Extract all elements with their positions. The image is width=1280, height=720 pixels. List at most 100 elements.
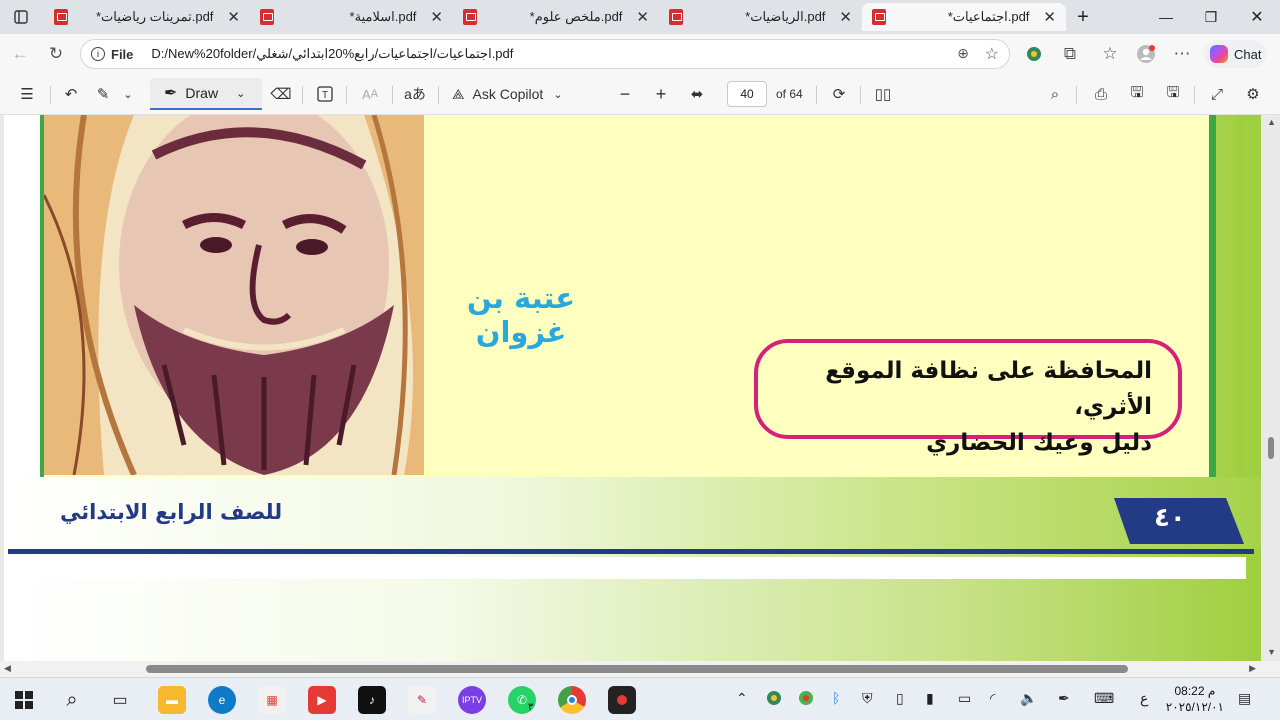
contents-list-icon[interactable]: ☰ xyxy=(16,82,38,106)
close-tab-icon[interactable]: ✕ xyxy=(430,8,443,26)
iptv-icon[interactable]: IPTV xyxy=(458,686,486,714)
language-indicator[interactable]: ع xyxy=(1140,690,1148,707)
clock[interactable]: 08:22 م ٢٠٢٥/١٢/٠١ xyxy=(1166,683,1224,715)
save-icon[interactable]: 🖫 xyxy=(1126,82,1148,106)
close-tab-icon[interactable]: ✕ xyxy=(1043,8,1056,26)
show-hidden-icons-chevron-icon[interactable]: ⌃ xyxy=(736,690,748,707)
ask-copilot-button[interactable]: ⟁ Ask Copilot ⌄ xyxy=(452,82,576,106)
info-icon[interactable]: i xyxy=(91,47,105,61)
tab-0[interactable]: *تمرينات رياضيات.pdf ✕ xyxy=(44,3,250,31)
tray-app-icon[interactable] xyxy=(798,690,814,709)
pdf-viewer[interactable]: عتبة بن غزوان المحافظة على نظافة الموقع … xyxy=(0,115,1280,661)
favorites-icon[interactable]: ☆ xyxy=(1098,42,1122,66)
address-bar[interactable]: i File D:/New%20folder/اجتماعيات/اجتماعي… xyxy=(80,39,1010,69)
divider xyxy=(438,86,439,104)
back-icon[interactable]: ← xyxy=(8,42,32,66)
divider xyxy=(302,86,303,104)
bluetooth-icon[interactable]: ᛒ xyxy=(832,690,840,706)
zoom-out-icon[interactable]: − xyxy=(614,82,636,106)
page-number-input[interactable]: 40 xyxy=(727,81,767,107)
eraser-icon[interactable]: ⌫ xyxy=(270,82,292,106)
text-size-icon: AA xyxy=(362,86,378,102)
copilot-chat-button[interactable]: Chat xyxy=(1204,40,1266,68)
page-view-icon[interactable]: ▯▯ xyxy=(872,82,894,106)
tray-globe-icon[interactable] xyxy=(766,690,782,709)
tab-3[interactable]: *الرياضيات.pdf ✕ xyxy=(659,3,862,31)
horizontal-scrollbar-thumb[interactable] xyxy=(146,665,1128,673)
scroll-right-arrow-icon[interactable]: ▶ xyxy=(1249,663,1256,674)
youtube-icon[interactable]: ▶ xyxy=(308,686,336,714)
security-shield-icon[interactable]: ⛨ xyxy=(862,690,873,707)
usb-drive-icon[interactable]: ▮ xyxy=(926,690,934,707)
windows-start-icon[interactable] xyxy=(10,686,38,714)
close-tab-icon[interactable]: ✕ xyxy=(636,8,649,26)
more-menu-icon[interactable]: ⋯ xyxy=(1170,42,1194,66)
horizontal-scrollbar[interactable]: ◀ ▶ xyxy=(0,661,1280,677)
undo-icon[interactable]: ↶ xyxy=(60,82,82,106)
notifications-icon[interactable]: ▤ xyxy=(1238,690,1251,707)
search-icon[interactable]: ⌕ xyxy=(58,686,86,714)
refresh-icon[interactable]: ↻ xyxy=(44,42,68,66)
file-explorer-icon[interactable]: ▬ xyxy=(158,686,186,714)
chevron-down-icon[interactable]: ⌄ xyxy=(120,82,136,106)
search-icon[interactable]: ⌕ xyxy=(1044,82,1066,106)
tab-4[interactable]: *اجتماعيات.pdf ✕ xyxy=(862,3,1066,31)
print-icon[interactable]: ⎙ xyxy=(1090,82,1112,106)
footer-rule xyxy=(8,549,1254,554)
scroll-up-arrow-icon[interactable]: ▲ xyxy=(1267,117,1276,127)
close-tab-icon[interactable]: ✕ xyxy=(839,8,852,26)
store-icon[interactable]: ▦ xyxy=(258,686,286,714)
chat-label: Chat xyxy=(1234,46,1262,62)
divider xyxy=(392,86,393,104)
scroll-down-arrow-icon[interactable]: ▼ xyxy=(1267,647,1276,657)
close-tab-icon[interactable]: ✕ xyxy=(227,8,240,26)
tiktok-icon[interactable]: ♪ xyxy=(358,686,386,714)
touch-keyboard-icon[interactable]: ⌨ xyxy=(1094,690,1114,707)
phone-link-icon[interactable]: ▯ xyxy=(896,690,904,707)
tab-title: *الرياضيات.pdf xyxy=(745,9,826,24)
quote-line-1: المحافظة على نظافة الموقع الأثري، xyxy=(825,358,1152,420)
tab-actions-icon[interactable] xyxy=(8,4,34,30)
zoom-in-icon[interactable]: + xyxy=(650,82,672,106)
pdf-toolbar: ☰ ↶ ✎ ⌄ ✒ Draw ⌄ ⌫ T AA aあ ⟁ Ask Copilot… xyxy=(0,74,1280,115)
settings-gear-icon[interactable]: ⚙ xyxy=(1242,82,1264,106)
add-text-icon[interactable]: T xyxy=(314,82,336,106)
new-tab-icon[interactable]: + xyxy=(1070,4,1096,30)
scroll-left-arrow-icon[interactable]: ◀ xyxy=(4,663,11,674)
edge-icon[interactable]: e xyxy=(208,686,236,714)
save-as-icon[interactable]: 🖫 xyxy=(1162,82,1184,106)
restore-icon[interactable]: ❐ xyxy=(1198,4,1224,30)
pen-menu-icon[interactable]: ✒ xyxy=(1058,690,1070,707)
task-view-icon[interactable]: ▭ xyxy=(106,686,134,714)
extensions-puzzle-icon[interactable]: ⧉ xyxy=(1058,42,1082,66)
screen-recorder-icon[interactable] xyxy=(608,686,636,714)
extension-globe-icon[interactable] xyxy=(1022,42,1046,66)
chrome-icon[interactable] xyxy=(558,686,586,714)
favorite-star-icon[interactable]: ☆ xyxy=(985,44,999,64)
draw-button[interactable]: ✒ Draw ⌄ xyxy=(150,78,262,110)
highlight-icon[interactable]: ✎ xyxy=(92,82,114,106)
svg-text:T: T xyxy=(322,90,328,101)
page-count-label: of 64 xyxy=(776,87,803,101)
vertical-scrollbar-thumb[interactable] xyxy=(1268,437,1274,459)
close-window-icon[interactable]: ✕ xyxy=(1244,4,1270,30)
minimize-icon[interactable]: — xyxy=(1153,4,1179,30)
scheme-label: File xyxy=(111,46,134,62)
tab-title: *اسلامية.pdf xyxy=(349,9,417,24)
draw-label: Draw xyxy=(185,85,219,101)
pen-icon: ✒ xyxy=(164,85,178,102)
url-text[interactable]: D:/New%20folder/اجتماعيات/اجتماعيات/رابع… xyxy=(151,46,513,62)
pdf-file-icon xyxy=(669,9,683,25)
read-aloud-translate-icon[interactable]: aあ xyxy=(402,82,428,106)
profile-avatar-icon[interactable] xyxy=(1134,42,1158,66)
volume-icon[interactable]: 🔈 xyxy=(1020,690,1037,707)
tab-1[interactable]: *اسلامية.pdf ✕ xyxy=(250,3,453,31)
rotate-icon[interactable]: ⟳ xyxy=(828,82,850,106)
battery-icon[interactable]: ▭ xyxy=(958,690,971,707)
tab-2[interactable]: *ملخص علوم.pdf ✕ xyxy=(453,3,659,31)
wifi-icon[interactable]: ◜ xyxy=(990,690,995,707)
fit-width-icon[interactable]: ⬌ xyxy=(686,82,708,106)
zoom-icon[interactable]: ⊕ xyxy=(957,45,969,62)
paint-icon[interactable]: ✎ xyxy=(408,686,436,714)
fullscreen-icon[interactable]: ⤢ xyxy=(1206,82,1228,106)
